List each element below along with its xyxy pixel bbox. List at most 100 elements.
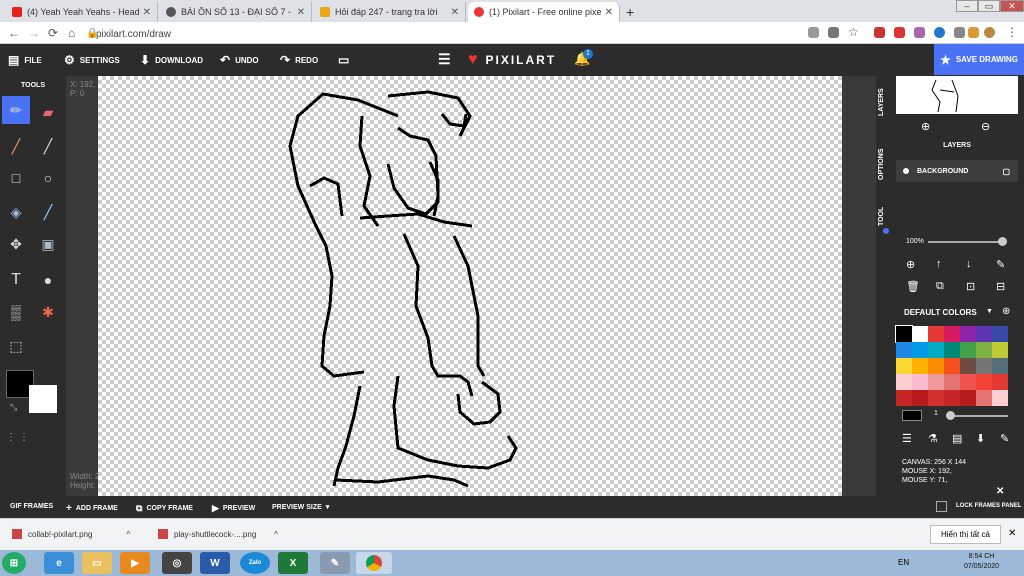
close-icon[interactable]: ✕ (297, 7, 305, 18)
copy-frame-button[interactable]: ⧉ COPY FRAME (136, 503, 193, 514)
back-icon[interactable]: ← (8, 26, 20, 40)
palette-color-swatch[interactable] (928, 358, 944, 374)
palette-color-swatch[interactable] (896, 374, 912, 390)
palette-name[interactable]: DEFAULT COLORS (904, 308, 977, 317)
ellipse-tool[interactable]: ○ (34, 164, 62, 192)
select-tool[interactable]: ▣ (34, 230, 62, 258)
language-indicator[interactable]: EN (898, 558, 909, 567)
browser-tab[interactable]: BÀI ÔN SỐ 13 - ĐẠI SỐ 7 - CỘNG ✕ (160, 2, 312, 22)
download-icon[interactable]: ⬇ (976, 432, 985, 445)
shade-tool[interactable]: ● (34, 266, 62, 294)
forward-icon[interactable]: → (28, 26, 40, 40)
palette-color-swatch[interactable] (976, 358, 992, 374)
palette-color-swatch[interactable] (912, 390, 928, 406)
brush-tool[interactable]: ╱ (2, 132, 30, 160)
delete-layer-icon[interactable]: 🗑 (906, 280, 920, 293)
palette-color-swatch[interactable] (992, 374, 1008, 390)
move-up-icon[interactable]: ↑ (936, 258, 942, 270)
palette-color-swatch[interactable] (912, 358, 928, 374)
explorer-icon[interactable]: ▭ (82, 552, 112, 574)
palette-color-swatch[interactable] (976, 342, 992, 358)
layer-settings-icon[interactable]: ▢ (1002, 167, 1010, 176)
star-icon[interactable]: ☆ (848, 25, 859, 39)
maximize-button[interactable]: ▭ (978, 0, 1000, 12)
save-drawing-button[interactable]: ★ SAVE DRAWING (934, 44, 1024, 75)
palette-color-swatch[interactable] (944, 390, 960, 406)
canvas-preview[interactable] (896, 76, 1018, 114)
ie-icon[interactable]: e (44, 552, 74, 574)
palette-color-swatch[interactable] (896, 390, 912, 406)
edit-layer-icon[interactable]: ✎ (996, 258, 1005, 271)
media-player-icon[interactable]: ▶ (120, 552, 150, 574)
layer-visible-dot[interactable] (903, 168, 909, 174)
line-tool[interactable]: ╱ (34, 132, 62, 160)
new-tab-button[interactable]: + (626, 4, 634, 20)
zoom-in-icon[interactable]: ⊕ (921, 120, 930, 133)
palette-color-swatch[interactable] (912, 342, 928, 358)
palette-color-swatch[interactable] (944, 358, 960, 374)
browser-tab[interactable]: (4) Yeah Yeah Yeahs - Heads ✕ (6, 2, 158, 22)
undo-button[interactable]: ↶ UNDO (220, 53, 259, 67)
add-layer-icon[interactable]: ⊕ (906, 258, 915, 271)
palette-color-swatch[interactable] (992, 390, 1008, 406)
rectangle-tool[interactable]: □ (2, 164, 30, 192)
close-downloads-icon[interactable]: ✕ (1008, 528, 1016, 539)
extension-icon[interactable] (894, 27, 905, 38)
download-item[interactable]: collab!-pixilart.png ^ (12, 529, 130, 539)
extension-icon[interactable] (954, 27, 965, 38)
settings-button[interactable]: ⚙ SETTINGS (64, 53, 120, 67)
avatar[interactable] (984, 27, 995, 38)
palette-color-swatch[interactable] (976, 326, 992, 342)
add-frame-button[interactable]: + ADD FRAME (66, 503, 118, 514)
tab-tool[interactable]: TOOL (878, 207, 885, 226)
layer-item[interactable]: BACKGROUND ▢ (896, 160, 1018, 182)
show-all-button[interactable]: Hiển thị tất cả (930, 525, 1001, 544)
palette-color-swatch[interactable] (960, 342, 976, 358)
word-icon[interactable]: W (200, 552, 230, 574)
start-button[interactable]: ⊞ (2, 552, 26, 574)
secondary-color-swatch[interactable] (29, 385, 57, 413)
download-button[interactable]: ⬇ DOWNLOAD (140, 53, 203, 67)
palette-dropdown-icon[interactable]: ▼ (986, 308, 993, 315)
url-field[interactable]: pixilart.com/draw (96, 29, 171, 40)
palette-color-swatch[interactable] (928, 326, 944, 342)
brush-size-handle[interactable] (946, 411, 955, 420)
swap-colors-icon[interactable]: ⤡ (10, 402, 17, 413)
palette-color-swatch[interactable] (895, 325, 913, 343)
menu-icon[interactable]: ⋮ (1006, 25, 1018, 39)
palette-color-swatch[interactable] (976, 374, 992, 390)
chevron-up-icon[interactable]: ^ (274, 530, 278, 539)
merge-down-icon[interactable]: ⊟ (996, 280, 1005, 293)
palette-color-swatch[interactable] (992, 342, 1008, 358)
eraser-tool[interactable]: ▰ (34, 98, 62, 126)
move-down-icon[interactable]: ↓ (966, 258, 972, 270)
preview-size-dropdown[interactable]: PREVIEW SIZE ▾ (272, 503, 329, 512)
translate-icon[interactable] (828, 27, 839, 38)
gif-frames-label[interactable]: GIF FRAMES (10, 503, 53, 510)
reload-icon[interactable]: ⟳ (48, 26, 58, 40)
zalo-icon[interactable]: Zalo (240, 552, 270, 574)
dither-tool[interactable]: ▒ (2, 298, 30, 326)
palette-color-swatch[interactable] (928, 342, 944, 358)
preview-button[interactable]: ▶ PREVIEW (212, 503, 255, 514)
duplicate-layer-icon[interactable]: ⧉ (936, 280, 944, 293)
palette-color-swatch[interactable] (928, 390, 944, 406)
key-icon[interactable] (808, 27, 819, 38)
monitor-button[interactable]: ▭ (338, 53, 349, 67)
browser-tab[interactable]: Hỏi đáp 247 - trang tra lời ✕ (314, 2, 466, 22)
palette-color-swatch[interactable] (944, 326, 960, 342)
palette-color-swatch[interactable] (896, 358, 912, 374)
file-menu[interactable]: ▤ FILE (8, 53, 42, 67)
palette-color-swatch[interactable] (960, 358, 976, 374)
tab-options[interactable]: OPTIONS (878, 148, 885, 180)
palette-color-swatch[interactable] (960, 390, 976, 406)
palette-color-swatch[interactable] (912, 326, 928, 342)
app-icon[interactable]: ◎ (162, 552, 192, 574)
zoom-out-icon[interactable]: ⊖ (981, 120, 990, 133)
excel-icon[interactable]: X (278, 552, 308, 574)
more-tools-icon[interactable]: ⋮⋮ (6, 432, 32, 443)
flask-icon[interactable]: ⚗ (928, 432, 938, 445)
pixilart-logo[interactable]: ♥ PIXILART (468, 51, 556, 69)
extension-icon[interactable] (874, 27, 885, 38)
text-tool[interactable]: T (2, 266, 30, 294)
